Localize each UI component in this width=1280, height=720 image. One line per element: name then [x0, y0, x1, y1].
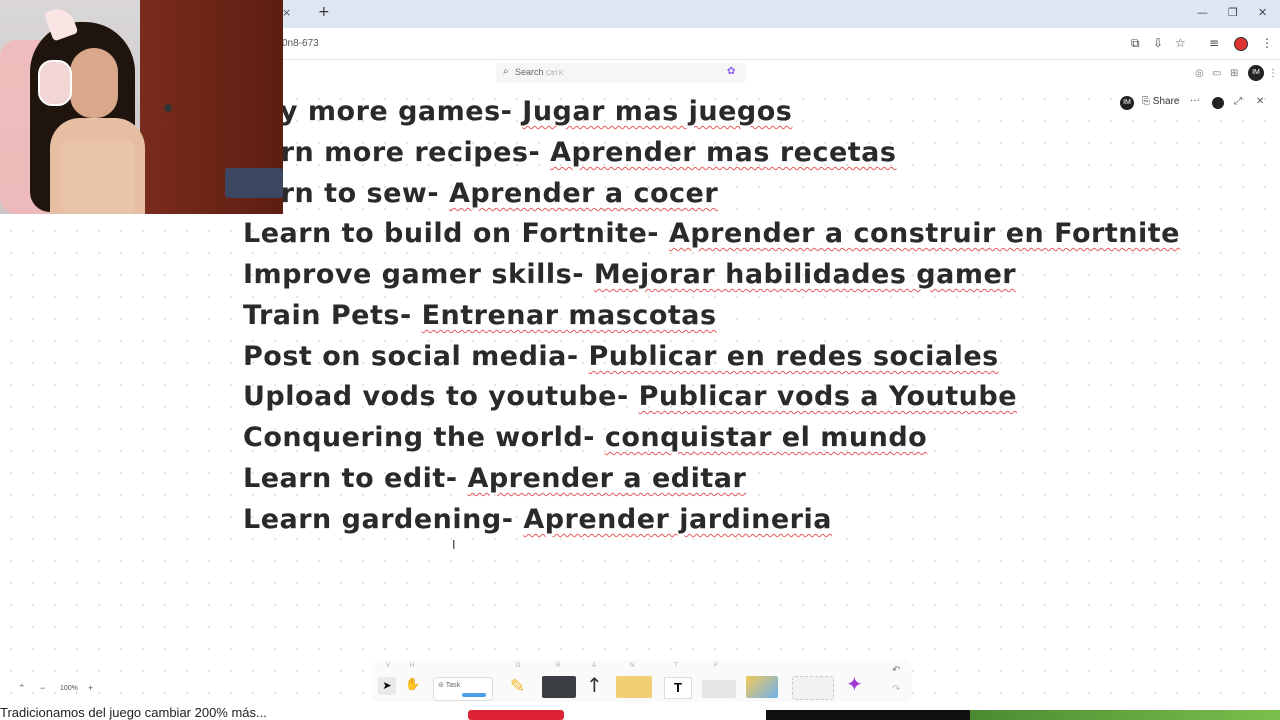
task-label: ⊘ Task: [438, 682, 461, 689]
shortcut-label: D: [516, 663, 521, 669]
minimize-button[interactable]: —: [1197, 6, 1208, 19]
hand-tool-icon[interactable]: ✋: [405, 677, 420, 691]
search-icon: ⌕: [503, 66, 509, 77]
restore-button[interactable]: ❐: [1228, 6, 1238, 19]
list-item[interactable]: Conquering the world- conquistar el mund…: [243, 422, 927, 453]
present-icon[interactable]: ▭: [1212, 68, 1221, 79]
ai-sparkle-icon[interactable]: ✿: [727, 66, 735, 77]
shape-tool-icon[interactable]: [542, 676, 576, 698]
task-progress-bar: [462, 693, 486, 697]
shortcut-label: A: [592, 663, 597, 669]
profile-icon[interactable]: [1234, 37, 1248, 51]
apps-icon[interactable]: ✦: [846, 672, 863, 696]
tab-close-icon[interactable]: ×: [282, 6, 291, 19]
share-button[interactable]: ⎘ Share: [1142, 96, 1179, 107]
browser-menu-icon[interactable]: ⋮: [1261, 36, 1273, 50]
dark-banner: [766, 710, 970, 720]
shortcut-label: H: [410, 663, 415, 669]
diagram-tool-icon[interactable]: [792, 676, 834, 700]
more-icon[interactable]: ⋮: [1268, 68, 1278, 79]
reading-list-icon[interactable]: ≡: [1209, 36, 1219, 50]
door-knob: [164, 104, 172, 112]
streamer-face: [70, 48, 118, 118]
list-item[interactable]: Upload vods to youtube- Publicar vods a …: [243, 381, 1017, 412]
install-icon[interactable]: ⇩: [1153, 36, 1163, 50]
shortcut-label: R: [556, 663, 561, 669]
shortcut-label: T: [674, 663, 678, 669]
zoom-out-button[interactable]: −: [40, 683, 45, 693]
bookmark-star-icon[interactable]: ☆: [1175, 36, 1186, 50]
chat-icon[interactable]: [1212, 97, 1224, 109]
zoom-in-button[interactable]: +: [88, 683, 93, 693]
shortcut-label: N: [630, 663, 635, 669]
search-placeholder: Search Ctrl K: [515, 67, 564, 77]
grid-icon[interactable]: ⊞: [1230, 68, 1238, 79]
headset-icon: [38, 60, 72, 106]
list-item[interactable]: arn to sew- Aprender a cocer: [262, 178, 718, 209]
list-item[interactable]: Train Pets- Entrenar mascotas: [243, 300, 717, 331]
list-item[interactable]: Post on social media- Publicar en redes …: [243, 341, 999, 372]
new-tab-button[interactable]: +: [318, 4, 330, 20]
sticky-note-icon[interactable]: [616, 676, 652, 698]
red-banner: [468, 710, 564, 720]
cast-icon[interactable]: ⧉: [1131, 36, 1140, 51]
zoom-level[interactable]: 100%: [60, 685, 78, 692]
undo-icon[interactable]: ↶: [892, 665, 900, 676]
arrow-tool-icon[interactable]: ↑: [586, 673, 603, 697]
text-cursor-icon: I: [452, 538, 456, 552]
streamer-top: [60, 140, 135, 214]
image-tool-icon[interactable]: [746, 676, 778, 698]
close-window-button[interactable]: ✕: [1258, 6, 1267, 19]
shortcut-label: V: [386, 663, 391, 669]
address-bar[interactable]: 0n8-673: [282, 38, 319, 49]
background-device: [225, 168, 283, 198]
text-tool-icon[interactable]: T: [664, 677, 692, 699]
expand-icon[interactable]: ⤢: [1234, 96, 1242, 107]
subtitle-text: Tradicionamos del juego cambiar 200% más…: [0, 705, 267, 720]
list-item[interactable]: arn more recipes- Aprender mas recetas: [262, 137, 896, 168]
list-item[interactable]: Learn gardening- Aprender jardineria: [243, 504, 832, 535]
list-item[interactable]: ay more games- Jugar mas juegos: [262, 96, 792, 127]
webcam-overlay: [0, 0, 283, 214]
more-options-icon[interactable]: ···: [1190, 96, 1200, 107]
user-avatar[interactable]: IM: [1248, 65, 1264, 81]
collapse-icon[interactable]: ⌃: [18, 683, 26, 694]
redo-icon[interactable]: ↷: [892, 684, 900, 695]
list-item[interactable]: Learn to edit- Aprender a editar: [243, 463, 746, 494]
frame-tool-icon[interactable]: [702, 680, 736, 698]
list-item[interactable]: Learn to build on Fortnite- Aprender a c…: [243, 218, 1180, 249]
pen-tool-icon[interactable]: ✎: [510, 676, 525, 697]
green-banner: [970, 710, 1280, 720]
close-panel-icon[interactable]: ✕: [1256, 96, 1264, 107]
list-item[interactable]: Improve gamer skills- Mejorar habilidade…: [243, 259, 1016, 290]
check-icon[interactable]: ◎: [1195, 68, 1204, 79]
shortcut-label: F: [714, 663, 718, 669]
collaborator-avatar[interactable]: IM: [1120, 96, 1134, 110]
select-tool-icon[interactable]: ➤: [378, 677, 396, 695]
